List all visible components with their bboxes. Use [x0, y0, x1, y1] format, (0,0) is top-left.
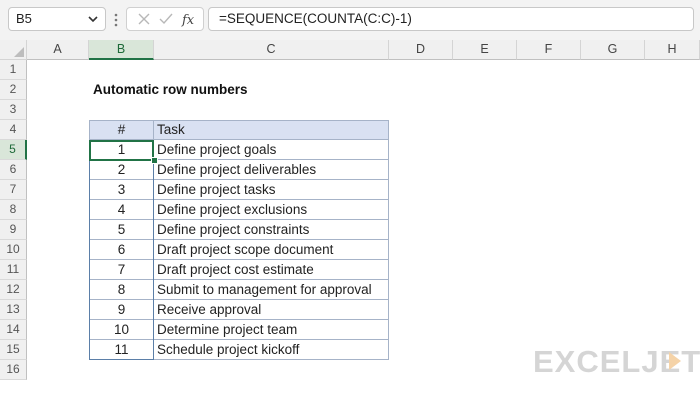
row-header[interactable]: 8 — [0, 200, 27, 220]
row-header[interactable]: 7 — [0, 180, 27, 200]
column-header-f[interactable]: F — [517, 40, 581, 60]
cancel-icon[interactable] — [136, 11, 152, 27]
column-header-h[interactable]: H — [645, 40, 700, 60]
formula-text: =SEQUENCE(COUNTA(C:C)-1) — [219, 11, 412, 26]
insert-function-icon[interactable]: fx — [181, 11, 197, 27]
fill-handle[interactable] — [151, 157, 158, 164]
formula-input[interactable]: =SEQUENCE(COUNTA(C:C)-1) — [208, 7, 694, 31]
task-cell[interactable]: Schedule project kickoff — [153, 340, 389, 360]
active-cell-border — [89, 140, 154, 161]
task-cell[interactable]: Define project exclusions — [153, 200, 389, 220]
exceljet-logo-mark-icon — [669, 352, 681, 370]
row-header[interactable]: 4 — [0, 120, 27, 140]
column-header-c[interactable]: C — [154, 40, 389, 60]
task-cell[interactable]: Define project tasks — [153, 180, 389, 200]
enter-check-icon[interactable] — [158, 11, 174, 27]
more-options-icon[interactable] — [113, 12, 119, 28]
header-cell-number[interactable]: # — [89, 120, 154, 140]
task-cell[interactable]: Define project deliverables — [153, 160, 389, 180]
formula-bar: B5 fx =SEQUENCE(COUNTA(C:C)-1) — [0, 0, 700, 40]
task-cell[interactable]: Define project constraints — [153, 220, 389, 240]
row-header[interactable]: 2 — [0, 80, 27, 100]
task-cell[interactable]: Submit to management for approval — [153, 280, 389, 300]
row-header[interactable]: 13 — [0, 300, 27, 320]
column-header-a[interactable]: A — [27, 40, 89, 60]
spill-range-border — [89, 140, 154, 360]
task-cell[interactable]: Receive approval — [153, 300, 389, 320]
formula-buttons: fx — [126, 7, 204, 31]
row-header[interactable]: 12 — [0, 280, 27, 300]
select-all-corner[interactable] — [0, 40, 27, 60]
task-cell[interactable]: Draft project scope document — [153, 240, 389, 260]
task-cell[interactable]: Define project goals — [153, 140, 389, 160]
name-box[interactable]: B5 — [8, 7, 106, 31]
column-header-b[interactable]: B — [89, 40, 154, 60]
row-header[interactable]: 9 — [0, 220, 27, 240]
sheet-title[interactable]: Automatic row numbers — [93, 80, 248, 100]
row-header[interactable]: 1 — [0, 60, 27, 80]
row-header[interactable]: 15 — [0, 340, 27, 360]
column-header-d[interactable]: D — [389, 40, 453, 60]
row-header[interactable]: 3 — [0, 100, 27, 120]
column-header-g[interactable]: G — [581, 40, 645, 60]
row-header[interactable]: 10 — [0, 240, 27, 260]
row-header[interactable]: 6 — [0, 160, 27, 180]
row-header[interactable]: 16 — [0, 360, 27, 380]
svg-text:fx: fx — [181, 13, 195, 27]
task-cell[interactable]: Draft project cost estimate — [153, 260, 389, 280]
row-header-selected[interactable]: 5 — [0, 140, 27, 160]
row-header[interactable]: 11 — [0, 260, 27, 280]
column-header-e[interactable]: E — [453, 40, 517, 60]
task-cell[interactable]: Determine project team — [153, 320, 389, 340]
chevron-down-icon[interactable] — [86, 8, 100, 30]
row-header[interactable]: 14 — [0, 320, 27, 340]
name-box-value: B5 — [16, 11, 32, 26]
header-cell-task[interactable]: Task — [153, 120, 389, 140]
